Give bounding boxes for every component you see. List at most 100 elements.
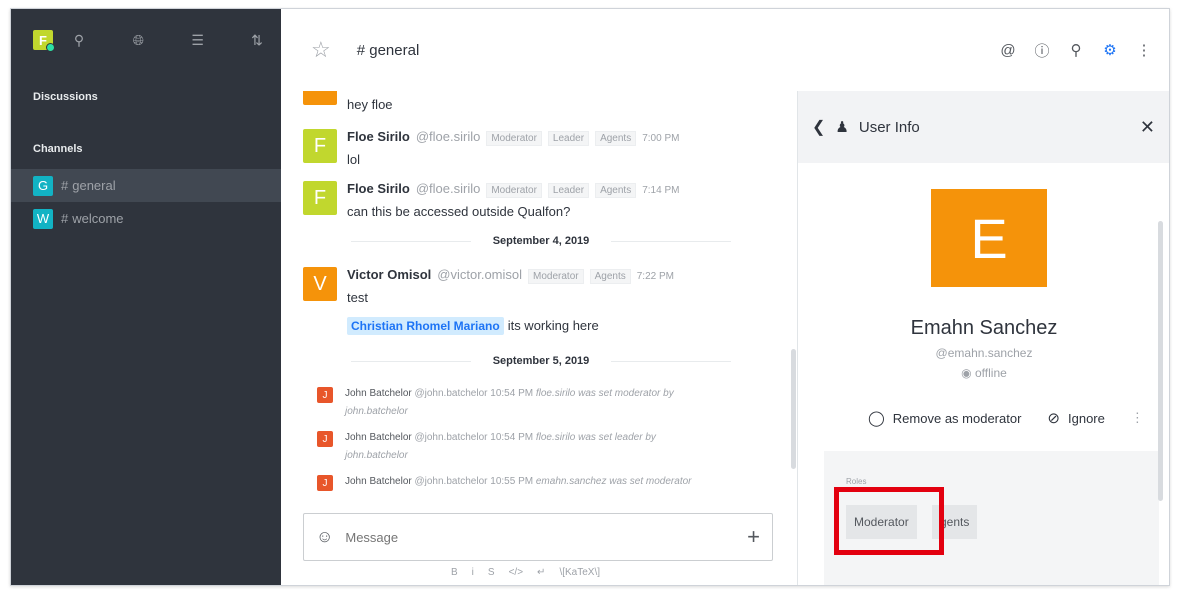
username[interactable]: John Batchelor	[345, 476, 412, 487]
sidebar: F ⚲ 🌐︎ ☰ ⇅ Discussions Channels G # gene…	[11, 9, 281, 585]
timestamp: 10:55 PM	[490, 476, 534, 487]
system-text: emahn.sanchez was set moderator	[535, 476, 692, 487]
panel-scrollbar[interactable]	[1158, 221, 1163, 501]
status-text: offline	[975, 366, 1007, 380]
system-message: J John Batchelor @john.batchelor 10:54 P…	[317, 429, 757, 465]
room-header: ☆ # general @ ⓘ ⚲ ⚙ ⋮	[281, 9, 1169, 91]
timestamp: 10:54 PM	[490, 432, 534, 443]
sidebar-icons: ⚲ 🌐︎ ☰ ⇅	[69, 32, 267, 49]
search-icon[interactable]: ⚲	[1067, 41, 1085, 59]
discussions-header[interactable]: Discussions	[11, 91, 281, 103]
user-icon: ♟	[835, 119, 849, 136]
sidebar-item-general[interactable]: G # general	[11, 169, 281, 202]
message-text: Christian Rhomel Mariano its working here	[347, 317, 674, 335]
message-scrollbar[interactable]	[791, 349, 796, 469]
channel-name: welcome	[72, 211, 124, 226]
role-badge: Moderator	[486, 183, 542, 198]
roles-label: Roles	[846, 477, 867, 486]
list-icon[interactable]: ☰	[188, 32, 208, 49]
emoji-icon[interactable]: ☺	[316, 527, 333, 547]
role-badge: Agents	[589, 269, 631, 284]
user-info-panel: ❮ ♟ User Info ✕ E Emahn Sanchez @emahn.s…	[797, 91, 1169, 585]
message-text: lol	[347, 152, 361, 167]
info-icon[interactable]: ⓘ	[1033, 40, 1051, 61]
system-message-text: John Batchelor @john.batchelor 10:54 PM …	[345, 429, 656, 465]
system-message: J John Batchelor @john.batchelor 10:54 P…	[317, 385, 757, 421]
message-list[interactable]: hey floe F Floe Sirilo @floe.sirilo Mode…	[281, 91, 796, 501]
user-handle: @floe.sirilo	[415, 181, 481, 196]
shield-icon[interactable]: ◯	[868, 409, 885, 427]
globe-icon[interactable]: 🌐︎	[128, 32, 148, 49]
hash-icon: #	[61, 211, 69, 226]
system-by: john.batchelor	[345, 406, 408, 417]
system-message-text: John Batchelor @john.batchelor 10:55 PM …	[345, 473, 692, 491]
back-icon[interactable]: ❮	[812, 117, 825, 137]
remove-moderator-button[interactable]: Remove as moderator	[893, 411, 1022, 426]
user-avatar[interactable]: J	[317, 387, 333, 403]
username[interactable]: Victor Omisol	[347, 267, 431, 282]
system-message: J John Batchelor @john.batchelor 10:55 P…	[317, 473, 757, 491]
user-avatar[interactable]: F	[303, 129, 337, 163]
highlight-box	[834, 487, 944, 555]
date-divider: September 4, 2019	[311, 235, 771, 247]
app-window: F ⚲ 🌐︎ ☰ ⇅ Discussions Channels G # gene…	[10, 8, 1170, 586]
user-avatar[interactable]: J	[317, 475, 333, 491]
role-badge: Agents	[595, 183, 637, 198]
user-avatar[interactable]: F	[303, 181, 337, 215]
user-handle: @victor.omisol	[437, 267, 523, 282]
ignore-button[interactable]: Ignore	[1068, 411, 1105, 426]
message-header: Floe Sirilo @floe.sirilo Moderator Leade…	[347, 129, 679, 146]
message: F Floe Sirilo @floe.sirilo Moderator Lea…	[303, 129, 679, 167]
username[interactable]: Floe Sirilo	[347, 129, 410, 144]
message-body: hey floe	[347, 91, 393, 112]
user-handle: @emahn.sanchez	[935, 346, 1033, 360]
message-header: Victor Omisol @victor.omisol Moderator A…	[347, 267, 674, 284]
user-actions: ◯ Remove as moderator ⊘ Ignore ⋮	[868, 409, 1144, 427]
sidebar-item-welcome[interactable]: W # welcome	[11, 202, 281, 235]
code-button[interactable]: </>	[509, 567, 523, 578]
message-body: Victor Omisol @victor.omisol Moderator A…	[347, 267, 674, 335]
system-text: floe.sirilo was set moderator by	[535, 388, 674, 399]
timestamp: 7:00 PM	[642, 133, 680, 144]
username[interactable]: John Batchelor	[345, 388, 412, 399]
user-mention[interactable]: Christian Rhomel Mariano	[347, 317, 504, 335]
user-avatar[interactable]: V	[303, 267, 337, 301]
katex-button[interactable]: \[KaTeX\]	[559, 567, 600, 578]
user-avatar-large: E	[931, 189, 1047, 287]
format-toolbar: B i S </> ↵ \[KaTeX\]	[451, 567, 600, 578]
channels-header: Channels	[33, 143, 83, 155]
channel-avatar: G	[33, 175, 53, 196]
roles-section: Roles Moderator gents	[824, 451, 1159, 585]
sidebar-toolbar: F ⚲ 🌐︎ ☰ ⇅	[11, 9, 281, 71]
kebab-icon[interactable]: ⋮	[1135, 41, 1153, 59]
star-icon[interactable]: ☆	[311, 37, 331, 63]
mention-icon[interactable]: @	[999, 42, 1017, 59]
date-divider: September 5, 2019	[311, 355, 771, 367]
header-actions: @ ⓘ ⚲ ⚙ ⋮	[999, 40, 1153, 61]
system-by: john.batchelor	[345, 450, 408, 461]
plus-icon[interactable]: +	[747, 524, 760, 550]
members-icon[interactable]: ⚙	[1101, 41, 1119, 59]
main-area: ☆ # general @ ⓘ ⚲ ⚙ ⋮ hey floe F Floe Si…	[281, 9, 1169, 585]
sort-icon[interactable]: ⇅	[247, 32, 267, 49]
user-avatar[interactable]	[303, 91, 337, 105]
search-icon[interactable]: ⚲	[69, 32, 89, 49]
timestamp: 7:14 PM	[642, 185, 680, 196]
multiline-button[interactable]: ↵	[537, 567, 545, 578]
username[interactable]: John Batchelor	[345, 432, 412, 443]
user-full-name: Emahn Sanchez	[910, 317, 1058, 339]
message-text: test	[347, 290, 368, 305]
strike-button[interactable]: S	[488, 567, 495, 578]
user-handle: @john.batchelor	[414, 388, 488, 399]
bold-button[interactable]: B	[451, 567, 458, 578]
close-icon[interactable]: ✕	[1140, 117, 1155, 138]
user-avatar[interactable]: J	[317, 431, 333, 447]
italic-button[interactable]: i	[472, 567, 474, 578]
username[interactable]: Floe Sirilo	[347, 181, 410, 196]
message-input[interactable]	[345, 529, 748, 545]
ignore-icon[interactable]: ⊘	[1047, 409, 1060, 427]
user-avatar[interactable]: F	[33, 30, 55, 52]
user-info-header: ❮ ♟ User Info ✕	[798, 91, 1169, 163]
hash-icon: #	[61, 178, 69, 193]
kebab-icon[interactable]: ⋮	[1131, 410, 1144, 426]
